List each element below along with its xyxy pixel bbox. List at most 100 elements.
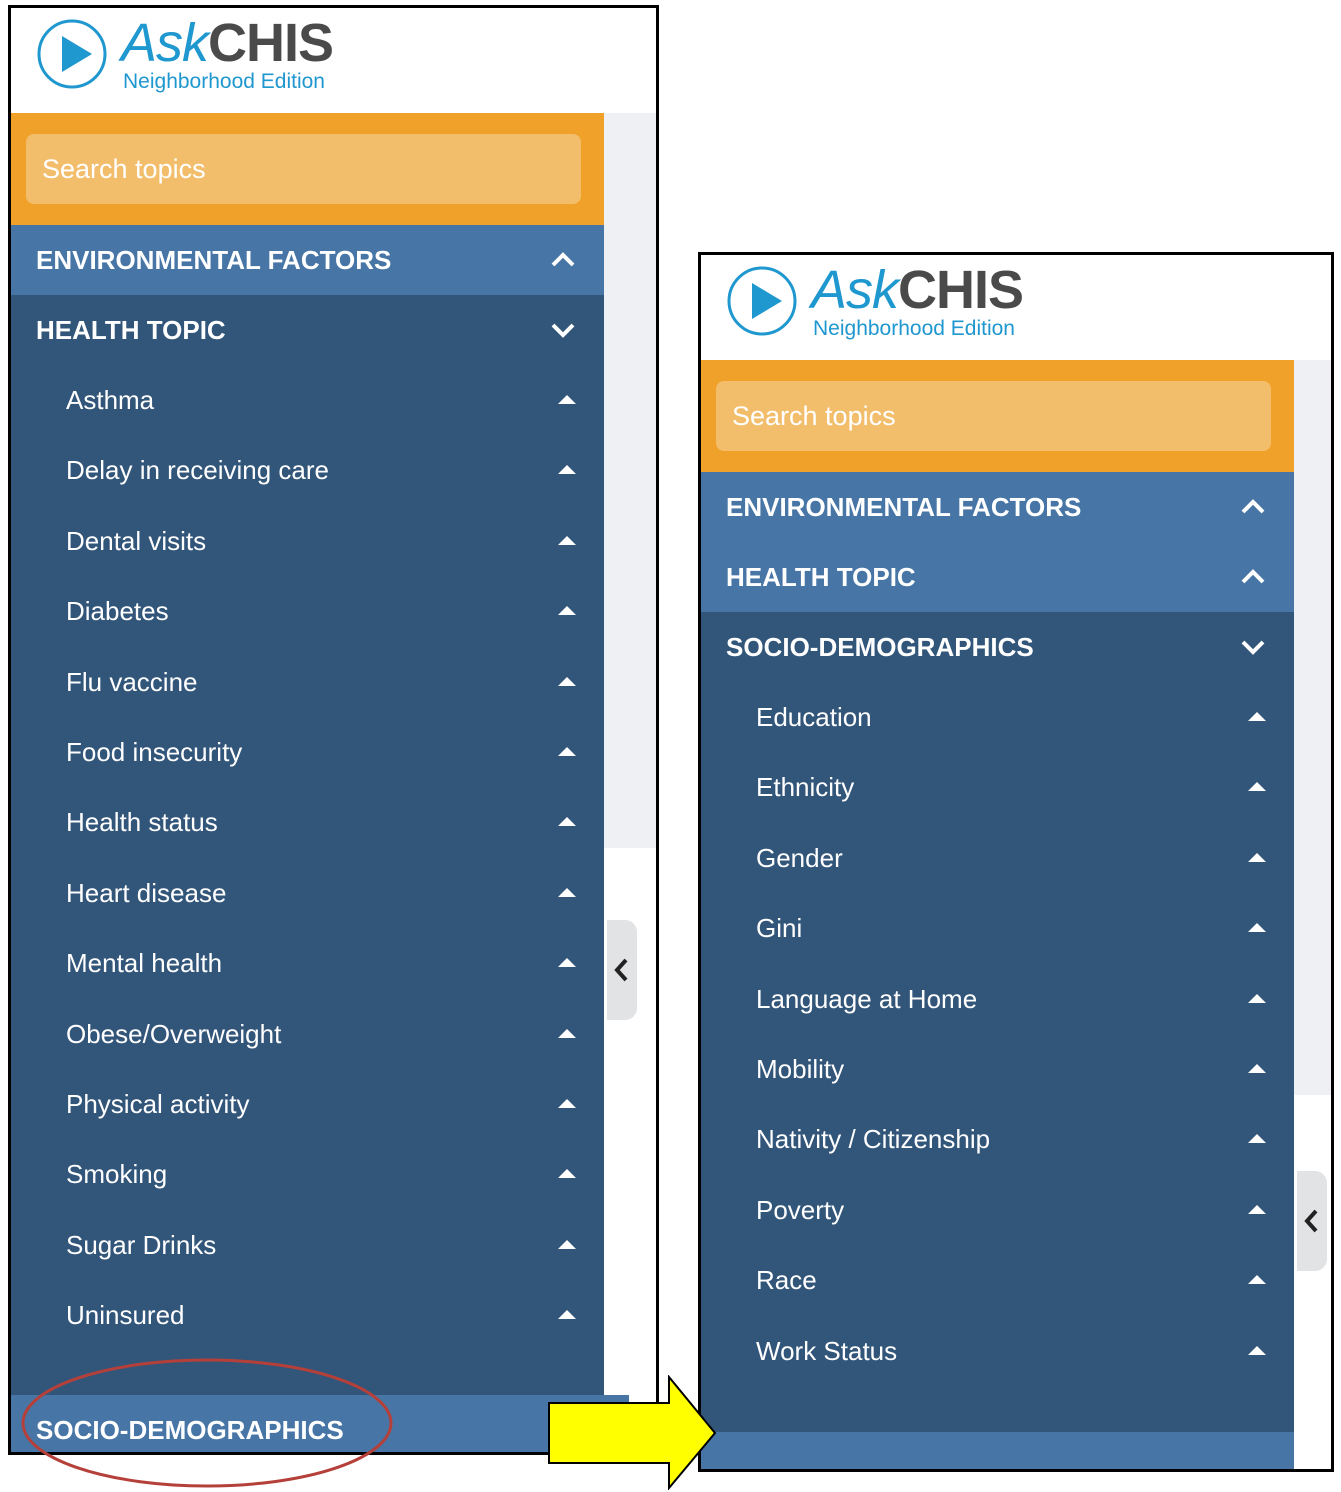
caret-up-icon (558, 1239, 576, 1249)
logo-wordmark: AskCHIS (121, 13, 334, 73)
search-bar-container: Search topics (701, 360, 1294, 472)
section-environmental-factors[interactable]: ENVIRONMENTAL FACTORS (701, 472, 1294, 542)
caret-up-icon (558, 746, 576, 756)
list-item-label: Diabetes (66, 596, 169, 627)
sidebar: Search topics ENVIRONMENTAL FACTORS HEAL… (701, 360, 1294, 1469)
caret-up-icon (558, 817, 576, 827)
section-environmental-factors[interactable]: ENVIRONMENTAL FACTORS (11, 225, 604, 295)
list-item-heart-disease[interactable]: Heart disease (11, 858, 604, 928)
caret-up-icon (1248, 1204, 1266, 1214)
caret-up-icon (558, 395, 576, 404)
section-health-topic[interactable]: HEALTH TOPIC (701, 542, 1294, 612)
list-item-health-status[interactable]: Health status (11, 787, 604, 857)
chevron-up-icon (1241, 569, 1265, 584)
yellow-arrow-icon (548, 1375, 717, 1490)
caret-up-icon (558, 606, 576, 616)
list-item-label: Dental visits (66, 525, 207, 556)
askchis-logo[interactable]: AskCHIS Neighborhood Edition (701, 255, 1331, 360)
section-label: ENVIRONMENTAL FACTORS (36, 245, 392, 275)
highlight-ellipse-annotation (21, 1358, 393, 1488)
list-item-smoking[interactable]: Smoking (11, 1139, 604, 1209)
list-item-label: Ethnicity (756, 772, 855, 803)
list-item-label: Health status (66, 807, 218, 838)
list-item-mental-health[interactable]: Mental health (11, 928, 604, 998)
list-item-race[interactable]: Race (701, 1245, 1294, 1315)
chevron-down-icon (551, 323, 575, 338)
list-item-ethnicity[interactable]: Ethnicity (701, 752, 1294, 822)
list-item-sugar-drinks[interactable]: Sugar Drinks (11, 1210, 604, 1280)
section-label: ENVIRONMENTAL FACTORS (726, 492, 1082, 522)
list-item-poverty[interactable]: Poverty (701, 1175, 1294, 1245)
list-item-flu-vaccine[interactable]: Flu vaccine (11, 647, 604, 717)
list-item-label: Mobility (756, 1053, 845, 1084)
list-item-label: Poverty (756, 1194, 845, 1225)
list-item-gender[interactable]: Gender (701, 823, 1294, 893)
list-item-work-status[interactable]: Work Status (701, 1316, 1294, 1386)
caret-up-icon (558, 958, 576, 968)
caret-up-icon (1248, 993, 1266, 1003)
search-input[interactable]: Search topics (716, 381, 1271, 451)
caret-up-icon (558, 465, 576, 475)
list-item-food-insecurity[interactable]: Food insecurity (11, 717, 604, 787)
list-item-obese-overweight[interactable]: Obese/Overweight (11, 999, 604, 1069)
list-item-delay-in-receiving-care[interactable]: Delay in receiving care (11, 435, 604, 505)
map-area-gutter (604, 113, 656, 848)
list-item-label: Smoking (66, 1159, 168, 1190)
caret-up-icon (1248, 1345, 1266, 1355)
caret-up-icon (1248, 712, 1266, 721)
caret-up-icon (558, 1169, 576, 1179)
logo-edition-label: Neighborhood Edition (813, 317, 1015, 340)
search-input[interactable]: Search topics (26, 134, 581, 204)
caret-up-icon (1248, 1134, 1266, 1144)
chevron-up-icon (1241, 499, 1265, 514)
list-item-uninsured[interactable]: Uninsured (11, 1280, 604, 1350)
list-item-label: Nativity / Citizenship (756, 1124, 991, 1155)
collapse-sidebar-handle[interactable] (607, 920, 637, 1020)
list-item-label: Language at Home (756, 983, 978, 1014)
socio-demographics-list: Education Ethnicity Gender Gini Language… (701, 682, 1294, 1386)
list-item-diabetes[interactable]: Diabetes (11, 576, 604, 646)
list-item-dental-visits[interactable]: Dental visits (11, 506, 604, 576)
caret-up-icon (1248, 852, 1266, 862)
list-item-label: Gini (756, 913, 803, 944)
search-bar-container: Search topics (11, 113, 604, 225)
chevron-down-icon (1241, 640, 1265, 655)
caret-up-icon (558, 535, 576, 545)
list-item-label: Heart disease (66, 877, 227, 908)
section-label: HEALTH TOPIC (36, 315, 226, 345)
list-item-label: Physical activity (66, 1088, 250, 1119)
list-item-physical-activity[interactable]: Physical activity (11, 1069, 604, 1139)
caret-up-icon (558, 1098, 576, 1108)
list-item-label: Sugar Drinks (66, 1229, 217, 1260)
askchis-logo[interactable]: AskCHIS Neighborhood Edition (11, 8, 656, 113)
chevron-left-icon (1304, 1209, 1318, 1233)
list-item-mobility[interactable]: Mobility (701, 1034, 1294, 1104)
list-item-label: Gender (756, 842, 843, 873)
chevron-left-icon (614, 958, 628, 982)
list-item-language-at-home[interactable]: Language at Home (701, 964, 1294, 1034)
list-item-label: Delay in receiving care (66, 455, 330, 486)
section-socio-demographics[interactable]: SOCIO-DEMOGRAPHICS (701, 612, 1294, 682)
section-label: SOCIO-DEMOGRAPHICS (726, 632, 1034, 662)
list-item-education[interactable]: Education (701, 682, 1294, 752)
list-item-label: Education (756, 702, 872, 732)
collapse-sidebar-handle[interactable] (1297, 1171, 1327, 1271)
list-item-asthma[interactable]: Asthma (11, 365, 604, 435)
caret-up-icon (558, 1310, 576, 1320)
list-item-label: Uninsured (66, 1300, 185, 1331)
left-screenshot-panel: AskCHIS Neighborhood Edition Search topi… (8, 5, 659, 1455)
sidebar: Search topics ENVIRONMENTAL FACTORS HEAL… (11, 113, 629, 1452)
list-item-gini[interactable]: Gini (701, 893, 1294, 963)
play-logo-icon (727, 266, 797, 336)
list-item-nativity-citizenship[interactable]: Nativity / Citizenship (701, 1104, 1294, 1174)
section-health-topic[interactable]: HEALTH TOPIC (11, 295, 604, 365)
caret-up-icon (558, 676, 576, 686)
map-area-gutter (1294, 360, 1331, 1095)
logo-wordmark: AskCHIS (811, 260, 1024, 320)
caret-up-icon (1248, 1275, 1266, 1285)
list-item-label: Mental health (66, 948, 223, 979)
list-item-label: Food insecurity (66, 736, 243, 767)
list-item-label: Asthma (66, 385, 155, 415)
list-item-label: Work Status (756, 1335, 898, 1366)
caret-up-icon (1248, 782, 1266, 792)
